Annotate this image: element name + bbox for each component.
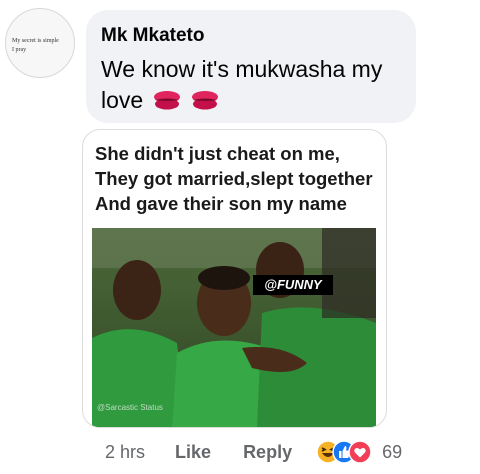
like-button[interactable]: Like bbox=[175, 442, 211, 463]
funny-tag: @FUNNY bbox=[253, 275, 333, 295]
meme-attachment[interactable]: She didn't just cheat on me, They got ma… bbox=[82, 129, 387, 428]
comment-author[interactable]: Mk Mkateto bbox=[101, 25, 204, 47]
reply-button[interactable]: Reply bbox=[243, 442, 292, 463]
watermark: @Sarcastic Status bbox=[97, 403, 163, 412]
reactions-summary[interactable] bbox=[316, 440, 374, 464]
comment-text: We know it's mukwasha my love bbox=[101, 56, 383, 113]
comment-bubble: Mk Mkateto We know it's mukwasha my love bbox=[86, 10, 416, 123]
love-icon bbox=[348, 440, 372, 464]
avatar-text: My secret is simple I pray bbox=[12, 38, 59, 53]
meme-photo bbox=[92, 228, 376, 427]
meme-caption: She didn't just cheat on me, They got ma… bbox=[95, 143, 373, 214]
comment-text-block: We know it's mukwasha my love bbox=[101, 54, 406, 116]
avatar[interactable]: My secret is simple I pray bbox=[5, 8, 75, 78]
kiss-mark-icon bbox=[191, 91, 218, 110]
kiss-mark-icon bbox=[153, 91, 180, 110]
comment-time[interactable]: 2 hrs bbox=[105, 442, 145, 463]
comment-actions: 2 hrs Like Reply 69 bbox=[105, 438, 465, 466]
reaction-count[interactable]: 69 bbox=[382, 442, 402, 463]
